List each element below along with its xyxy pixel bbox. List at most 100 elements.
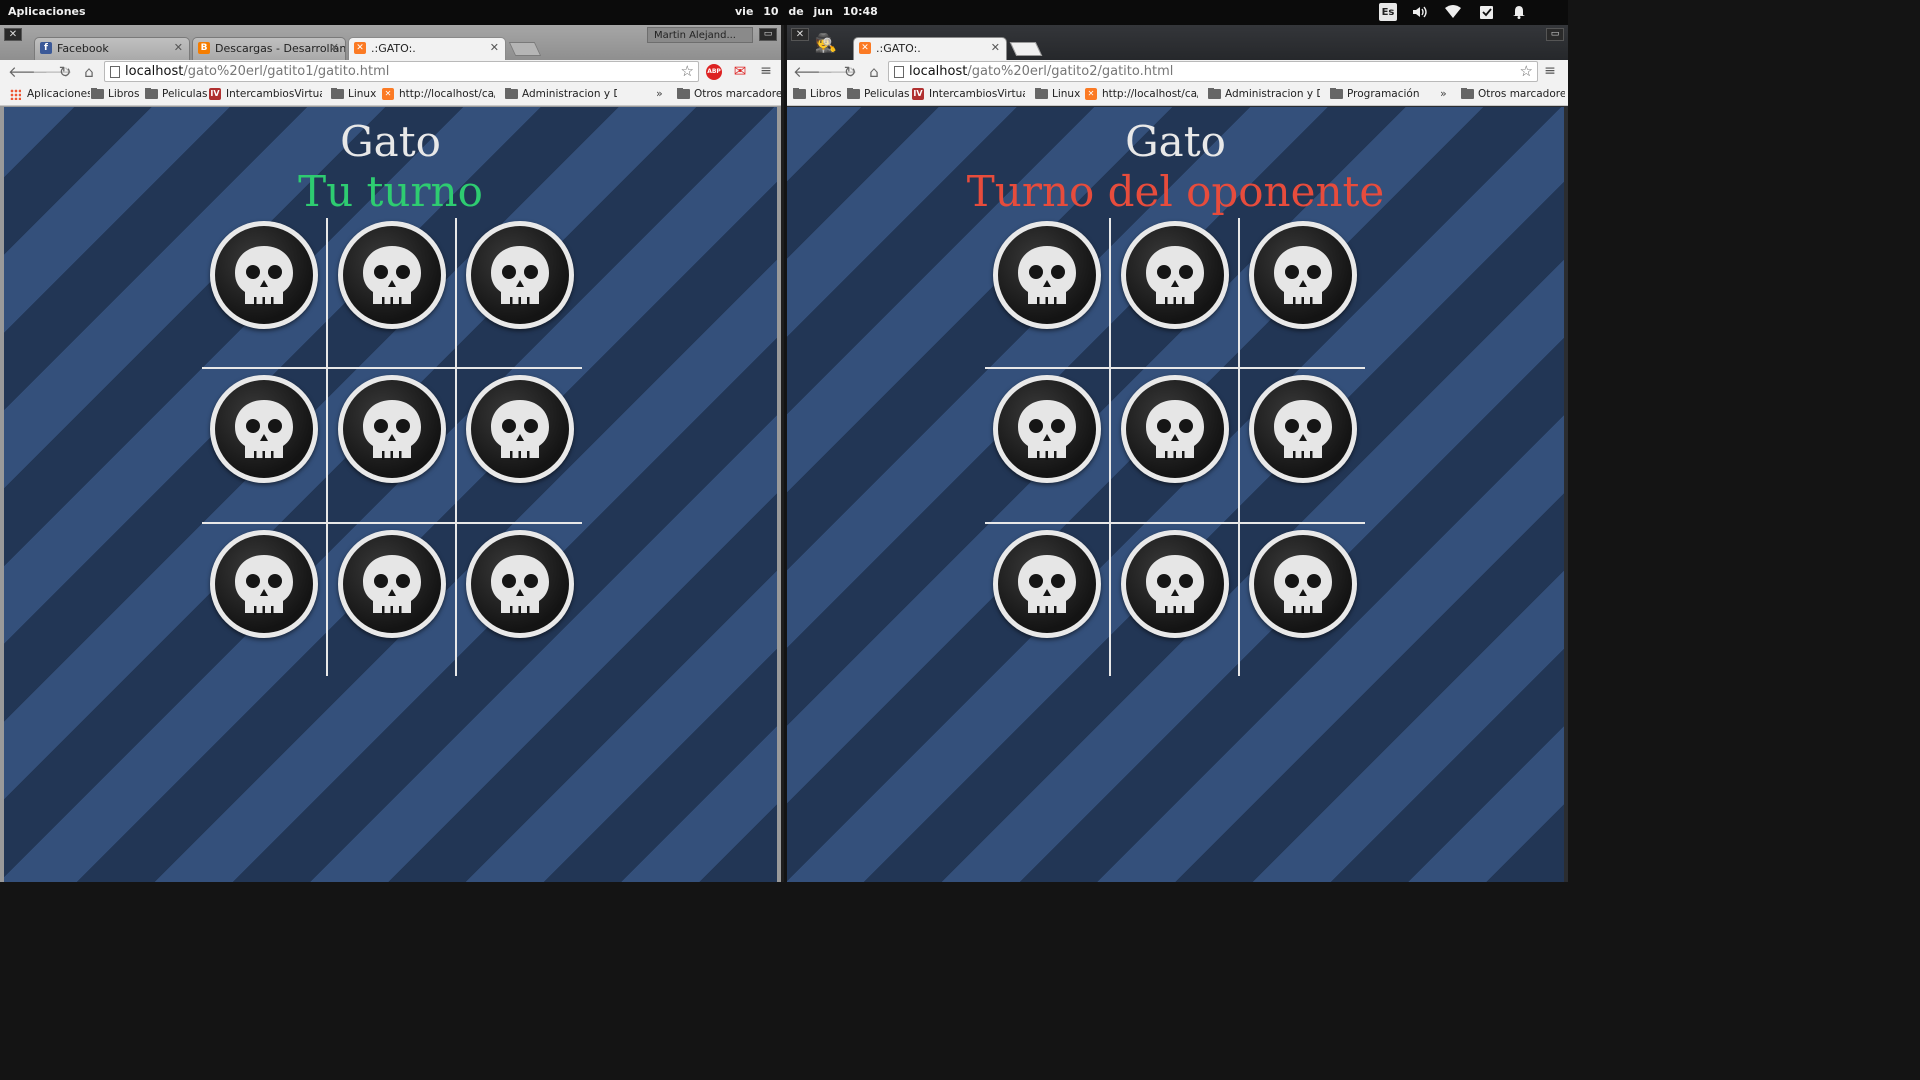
- board-cell-7[interactable]: [210, 530, 318, 638]
- folder-icon: [1461, 88, 1474, 99]
- window-close-button[interactable]: ✕: [791, 28, 809, 41]
- bookmark-star-icon[interactable]: ☆: [1520, 62, 1533, 80]
- other-bookmarks[interactable]: Otros marcadores: [677, 88, 781, 100]
- board-cell-6[interactable]: [466, 375, 574, 483]
- tab-strip: ✕ Martin Alejand... ▭ f Facebook ✕ B Des…: [0, 25, 781, 60]
- bookmarks-overflow-icon[interactable]: »: [656, 87, 663, 100]
- incognito-icon: 🕵: [814, 33, 838, 54]
- window-maximize-button[interactable]: ▭: [759, 28, 777, 41]
- board-cell-3[interactable]: [466, 221, 574, 329]
- game-title: Gato: [340, 117, 441, 166]
- home-icon[interactable]: ⌂: [80, 63, 98, 81]
- board-cell-9[interactable]: [466, 530, 574, 638]
- bookmark-folder[interactable]: Libros: [91, 88, 143, 100]
- keyboard-language-indicator[interactable]: Es: [1379, 3, 1397, 21]
- bookmarks-overflow-icon[interactable]: »: [1440, 87, 1447, 100]
- bookmark-link[interactable]: ✕http://localhost/ca/sh: [1085, 88, 1198, 100]
- bell-icon[interactable]: [1510, 3, 1528, 21]
- folder-icon: [793, 88, 806, 99]
- blogger-icon: B: [198, 42, 210, 54]
- chrome-menu-icon[interactable]: ≡: [1542, 63, 1558, 79]
- applications-menu[interactable]: Aplicaciones: [8, 5, 86, 18]
- folder-icon: [1208, 88, 1221, 99]
- tic-tac-toe-board: [202, 218, 582, 676]
- reload-icon[interactable]: ↻: [56, 63, 74, 81]
- folder-icon: [331, 88, 344, 99]
- close-tab-icon[interactable]: ✕: [490, 41, 499, 54]
- tab-descargas[interactable]: B Descargas - Desarrollando ✕: [192, 37, 346, 60]
- clipboard-check-icon[interactable]: [1477, 3, 1495, 21]
- turn-indicator: Turno del oponente: [966, 167, 1385, 216]
- bookmark-folder[interactable]: Peliculas: [145, 88, 207, 100]
- grid-line: [455, 218, 457, 676]
- board-cell-3[interactable]: [1249, 221, 1357, 329]
- other-bookmarks[interactable]: Otros marcadores: [1461, 88, 1565, 100]
- address-bar[interactable]: localhost/gato%20erl/gatito1/gatito.html…: [104, 61, 699, 82]
- forward-icon[interactable]: 🡒: [32, 63, 72, 81]
- browser-toolbar: 🡐 🡒 ↻ ⌂ localhost/gato%20erl/gatito1/gat…: [0, 60, 781, 84]
- close-tab-icon[interactable]: ✕: [174, 41, 183, 54]
- new-tab-button[interactable]: [508, 42, 542, 56]
- tab-gato[interactable]: ✕ .:GATO:. ✕: [348, 37, 506, 60]
- board-cell-2[interactable]: [1121, 221, 1229, 329]
- close-tab-icon[interactable]: ✕: [330, 41, 339, 54]
- bookmark-folder[interactable]: Peliculas: [847, 88, 909, 100]
- window-maximize-button[interactable]: ▭: [1546, 28, 1564, 41]
- board-cell-1[interactable]: [993, 221, 1101, 329]
- adblock-icon[interactable]: ABP: [706, 64, 722, 80]
- bookmark-folder[interactable]: Programación: [1330, 88, 1430, 100]
- url-host: localhost: [909, 64, 968, 79]
- bookmark-link[interactable]: ✕http://localhost/ca/sh: [382, 88, 495, 100]
- folder-icon: [1330, 88, 1343, 99]
- bookmark-link[interactable]: IVIntercambiosVirtuales: [209, 88, 322, 100]
- url-path: /gato%20erl/gatito2/gatito.html: [967, 64, 1174, 79]
- iv-favicon-icon: IV: [209, 88, 221, 100]
- bookmark-folder[interactable]: Libros: [793, 88, 845, 100]
- close-tab-icon[interactable]: ✕: [991, 41, 1000, 54]
- board-cell-7[interactable]: [993, 530, 1101, 638]
- bookmark-folder[interactable]: Administracion y Dire: [505, 88, 617, 100]
- board-cell-6[interactable]: [1249, 375, 1357, 483]
- wifi-icon[interactable]: [1444, 3, 1462, 21]
- xampp-icon: ✕: [382, 88, 394, 100]
- back-icon[interactable]: 🡐: [793, 63, 833, 81]
- grid-line: [985, 367, 1365, 369]
- board-cell-5[interactable]: [338, 375, 446, 483]
- board-cell-9[interactable]: [1249, 530, 1357, 638]
- new-tab-button[interactable]: [1009, 42, 1043, 56]
- facebook-icon: f: [40, 42, 52, 54]
- address-bar[interactable]: localhost/gato%20erl/gatito2/gatito.html…: [888, 61, 1538, 82]
- board-cell-8[interactable]: [338, 530, 446, 638]
- home-icon[interactable]: ⌂: [865, 63, 883, 81]
- tab-label: .:GATO:.: [371, 42, 416, 55]
- board-cell-4[interactable]: [210, 375, 318, 483]
- tab-gato[interactable]: ✕ .:GATO:. ✕: [853, 37, 1007, 60]
- url-host: localhost: [125, 64, 184, 79]
- folder-icon: [677, 88, 690, 99]
- board-cell-4[interactable]: [993, 375, 1101, 483]
- window-close-button[interactable]: ✕: [4, 28, 22, 41]
- gmail-notifier-icon[interactable]: ✉: [731, 63, 749, 79]
- board-cell-8[interactable]: [1121, 530, 1229, 638]
- board-cell-2[interactable]: [338, 221, 446, 329]
- back-icon[interactable]: 🡐: [8, 63, 48, 81]
- tab-facebook[interactable]: f Facebook ✕: [34, 37, 190, 60]
- chrome-menu-icon[interactable]: ≡: [758, 63, 774, 79]
- board-cell-5[interactable]: [1121, 375, 1229, 483]
- page-icon: [110, 66, 120, 78]
- clock[interactable]: vie 10 de jun 10:48: [735, 5, 878, 18]
- bookmark-apps[interactable]: Aplicaciones: [10, 88, 90, 100]
- bookmark-folder[interactable]: Administracion y Dire: [1208, 88, 1320, 100]
- reload-icon[interactable]: ↻: [841, 63, 859, 81]
- game-title: Gato: [1125, 117, 1226, 166]
- board-cell-1[interactable]: [210, 221, 318, 329]
- bookmark-link[interactable]: IVIntercambiosVirtuales: [912, 88, 1025, 100]
- folder-icon: [1035, 88, 1048, 99]
- grid-line: [202, 522, 582, 524]
- forward-icon[interactable]: 🡒: [817, 63, 857, 81]
- bookmark-folder[interactable]: Linux: [1035, 88, 1080, 100]
- bookmark-folder[interactable]: Linux: [331, 88, 376, 100]
- profile-button[interactable]: Martin Alejand...: [647, 27, 753, 43]
- volume-icon[interactable]: [1411, 3, 1429, 21]
- bookmark-star-icon[interactable]: ☆: [681, 62, 694, 80]
